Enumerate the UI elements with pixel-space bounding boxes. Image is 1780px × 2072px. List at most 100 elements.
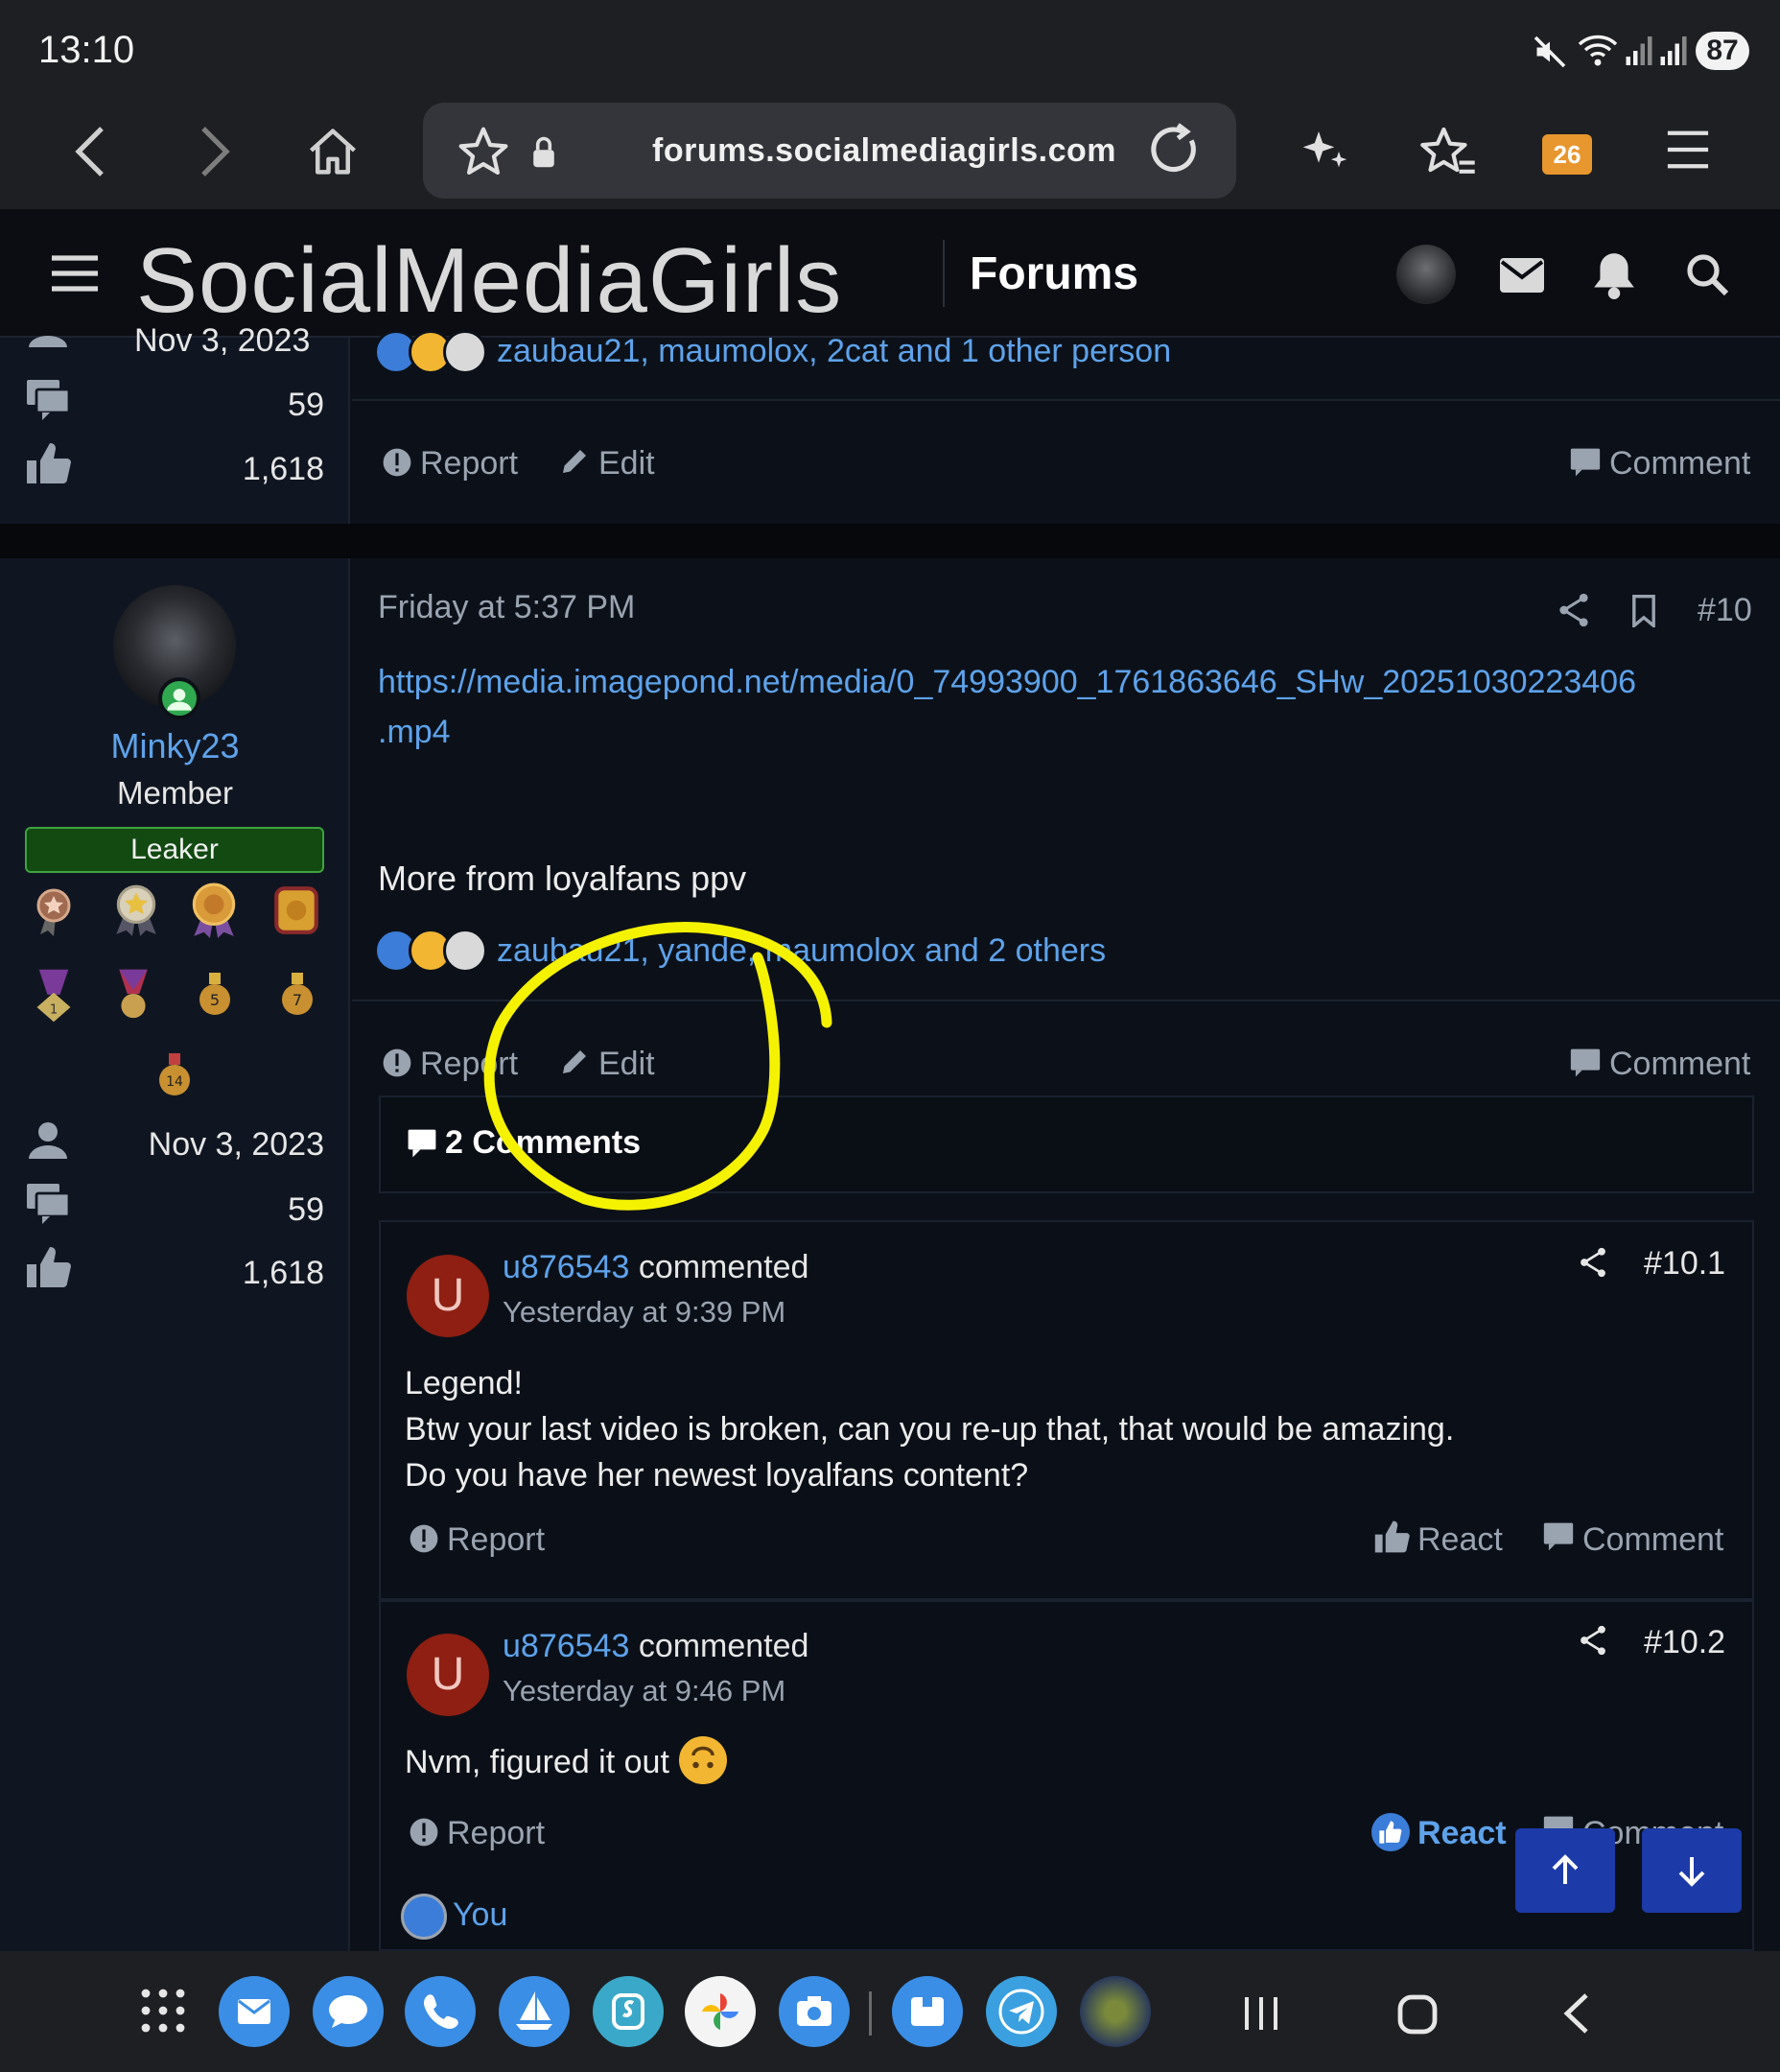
svg-text:5: 5 [210, 991, 220, 1009]
phone-app-icon[interactable] [405, 1976, 476, 2047]
comment-reply-link[interactable]: Comment [1582, 1521, 1723, 1559]
bookmarks-icon[interactable] [1419, 125, 1477, 178]
comment-username[interactable]: u876543 [503, 1628, 629, 1664]
comment-verb: commented [638, 1249, 809, 1285]
report-icon [409, 1523, 439, 1554]
prev-comment-link[interactable]: Comment [1609, 445, 1750, 483]
comment-username[interactable]: u876543 [503, 1249, 629, 1285]
author-messages-count: 59 [288, 1191, 324, 1228]
reacted-by[interactable]: You [453, 1896, 507, 1934]
email-app-icon[interactable] [219, 1976, 290, 2047]
search-icon[interactable] [1686, 253, 1728, 295]
online-status-icon [158, 677, 200, 719]
nav-back-icon[interactable] [1561, 1991, 1590, 2036]
post-time[interactable]: Friday at 5:37 PM [378, 589, 635, 626]
reaction-icons [374, 929, 495, 977]
comment-line: Do you have her newest loyalfans content… [405, 1457, 1029, 1494]
comment-icon [1542, 1521, 1575, 1552]
signal-icon [1625, 35, 1653, 67]
app-drawer-icon[interactable] [140, 1988, 186, 2034]
messages-icon [25, 378, 71, 422]
comment-avatar[interactable]: U [407, 1255, 489, 1337]
post-separator [0, 524, 1780, 558]
bell-icon[interactable] [1592, 249, 1636, 299]
post-media-link[interactable]: https://media.imagepond.net/media/0_7499… [378, 664, 1636, 701]
share-icon[interactable] [1579, 1247, 1607, 1278]
divider [352, 399, 1780, 401]
bookmark-icon[interactable] [1630, 595, 1657, 627]
share-icon[interactable] [1558, 593, 1590, 627]
svg-text:14: 14 [166, 1074, 183, 1090]
home-button-icon[interactable] [1396, 1993, 1439, 2036]
messages-app-icon[interactable] [313, 1976, 384, 2047]
comment-react-link[interactable]: React [1417, 1521, 1503, 1559]
prev-reaction-icons [374, 330, 495, 374]
comment-time[interactable]: Yesterday at 9:46 PM [503, 1674, 785, 1708]
recent-apps-icon[interactable] [1241, 1993, 1281, 2034]
comment-number[interactable]: #10.2 [1644, 1624, 1725, 1661]
battery-indicator: 87 [1696, 32, 1749, 70]
url-text[interactable]: forums.socialmediagirls.com [652, 132, 1116, 170]
trophy-icon [272, 884, 320, 938]
sparkle-icon[interactable] [1299, 125, 1352, 178]
forward-icon[interactable] [196, 125, 234, 178]
report-icon [382, 1048, 412, 1078]
trophy-icon [188, 883, 240, 940]
signal-icon-2 [1659, 35, 1688, 67]
files-app-icon[interactable] [892, 1976, 963, 2047]
svg-text:7: 7 [293, 991, 302, 1009]
menu-icon[interactable] [1666, 129, 1710, 171]
comment-time[interactable]: Yesterday at 9:39 PM [503, 1295, 785, 1330]
upside-down-face-icon [679, 1736, 727, 1784]
forums-link[interactable]: Forums [970, 247, 1138, 300]
trophy-icon [113, 967, 153, 1023]
comment-avatar[interactable]: U [407, 1634, 489, 1716]
prev-report-link[interactable]: Report [420, 445, 518, 483]
comment-body: Nvm, figured it out [405, 1744, 669, 1780]
trophy-icon: 14 [155, 1051, 194, 1099]
mail-icon[interactable] [1498, 256, 1546, 294]
telegram-app-icon[interactable] [986, 1976, 1057, 2047]
lock-icon [529, 134, 558, 169]
user-avatar[interactable] [1396, 245, 1456, 304]
prev-edit-link[interactable]: Edit [598, 445, 655, 483]
user-icon [27, 1120, 69, 1159]
comment-link[interactable]: Comment [1609, 1046, 1750, 1083]
author-username[interactable]: Minky23 [0, 726, 350, 766]
like-icon [1373, 1519, 1410, 1554]
shazam-app-icon[interactable] [593, 1976, 664, 2047]
like-icon [25, 441, 71, 485]
prev-reaction-users[interactable]: zaubau21, maumolox, 2cat and 1 other per… [497, 333, 1171, 370]
tabs-count-button[interactable]: 26 [1542, 134, 1592, 175]
site-logo[interactable]: SocialMediaGirls [136, 228, 842, 334]
game-app-icon[interactable] [1080, 1976, 1151, 2047]
comment-author-line: u876543 commented [503, 1249, 808, 1286]
scroll-bottom-button[interactable] [1642, 1828, 1742, 1913]
share-icon[interactable] [1579, 1625, 1607, 1656]
post-number[interactable]: #10 [1698, 592, 1752, 629]
trophy-icon: 5 [196, 971, 234, 1019]
edit-icon [560, 447, 589, 476]
comment-react-link-active[interactable]: React [1417, 1815, 1507, 1852]
comment-number[interactable]: #10.1 [1644, 1245, 1725, 1283]
comment-icon [1569, 1048, 1602, 1078]
prev-reactions-count: 1,618 [242, 451, 324, 487]
comment-report-link[interactable]: Report [447, 1521, 545, 1559]
hamburger-menu-icon[interactable] [50, 254, 100, 293]
sailboat-app-icon[interactable] [499, 1976, 570, 2047]
like-icon [1371, 1813, 1410, 1851]
leaker-badge: Leaker [25, 827, 324, 873]
home-icon[interactable] [307, 127, 359, 177]
annotation-circle [480, 919, 844, 1216]
scroll-top-button[interactable] [1515, 1828, 1615, 1913]
trophy-icon [35, 886, 73, 936]
back-icon[interactable] [71, 125, 109, 178]
photos-app-icon[interactable] [685, 1976, 756, 2047]
comment-report-link[interactable]: Report [447, 1815, 545, 1852]
reload-icon[interactable] [1149, 123, 1203, 180]
comment-author-line: u876543 commented [503, 1628, 808, 1665]
star-icon[interactable] [457, 125, 510, 178]
comment-line: Legend! [405, 1365, 523, 1401]
camera-app-icon[interactable] [779, 1976, 850, 2047]
post-media-link-end[interactable]: .mp4 [378, 714, 451, 751]
